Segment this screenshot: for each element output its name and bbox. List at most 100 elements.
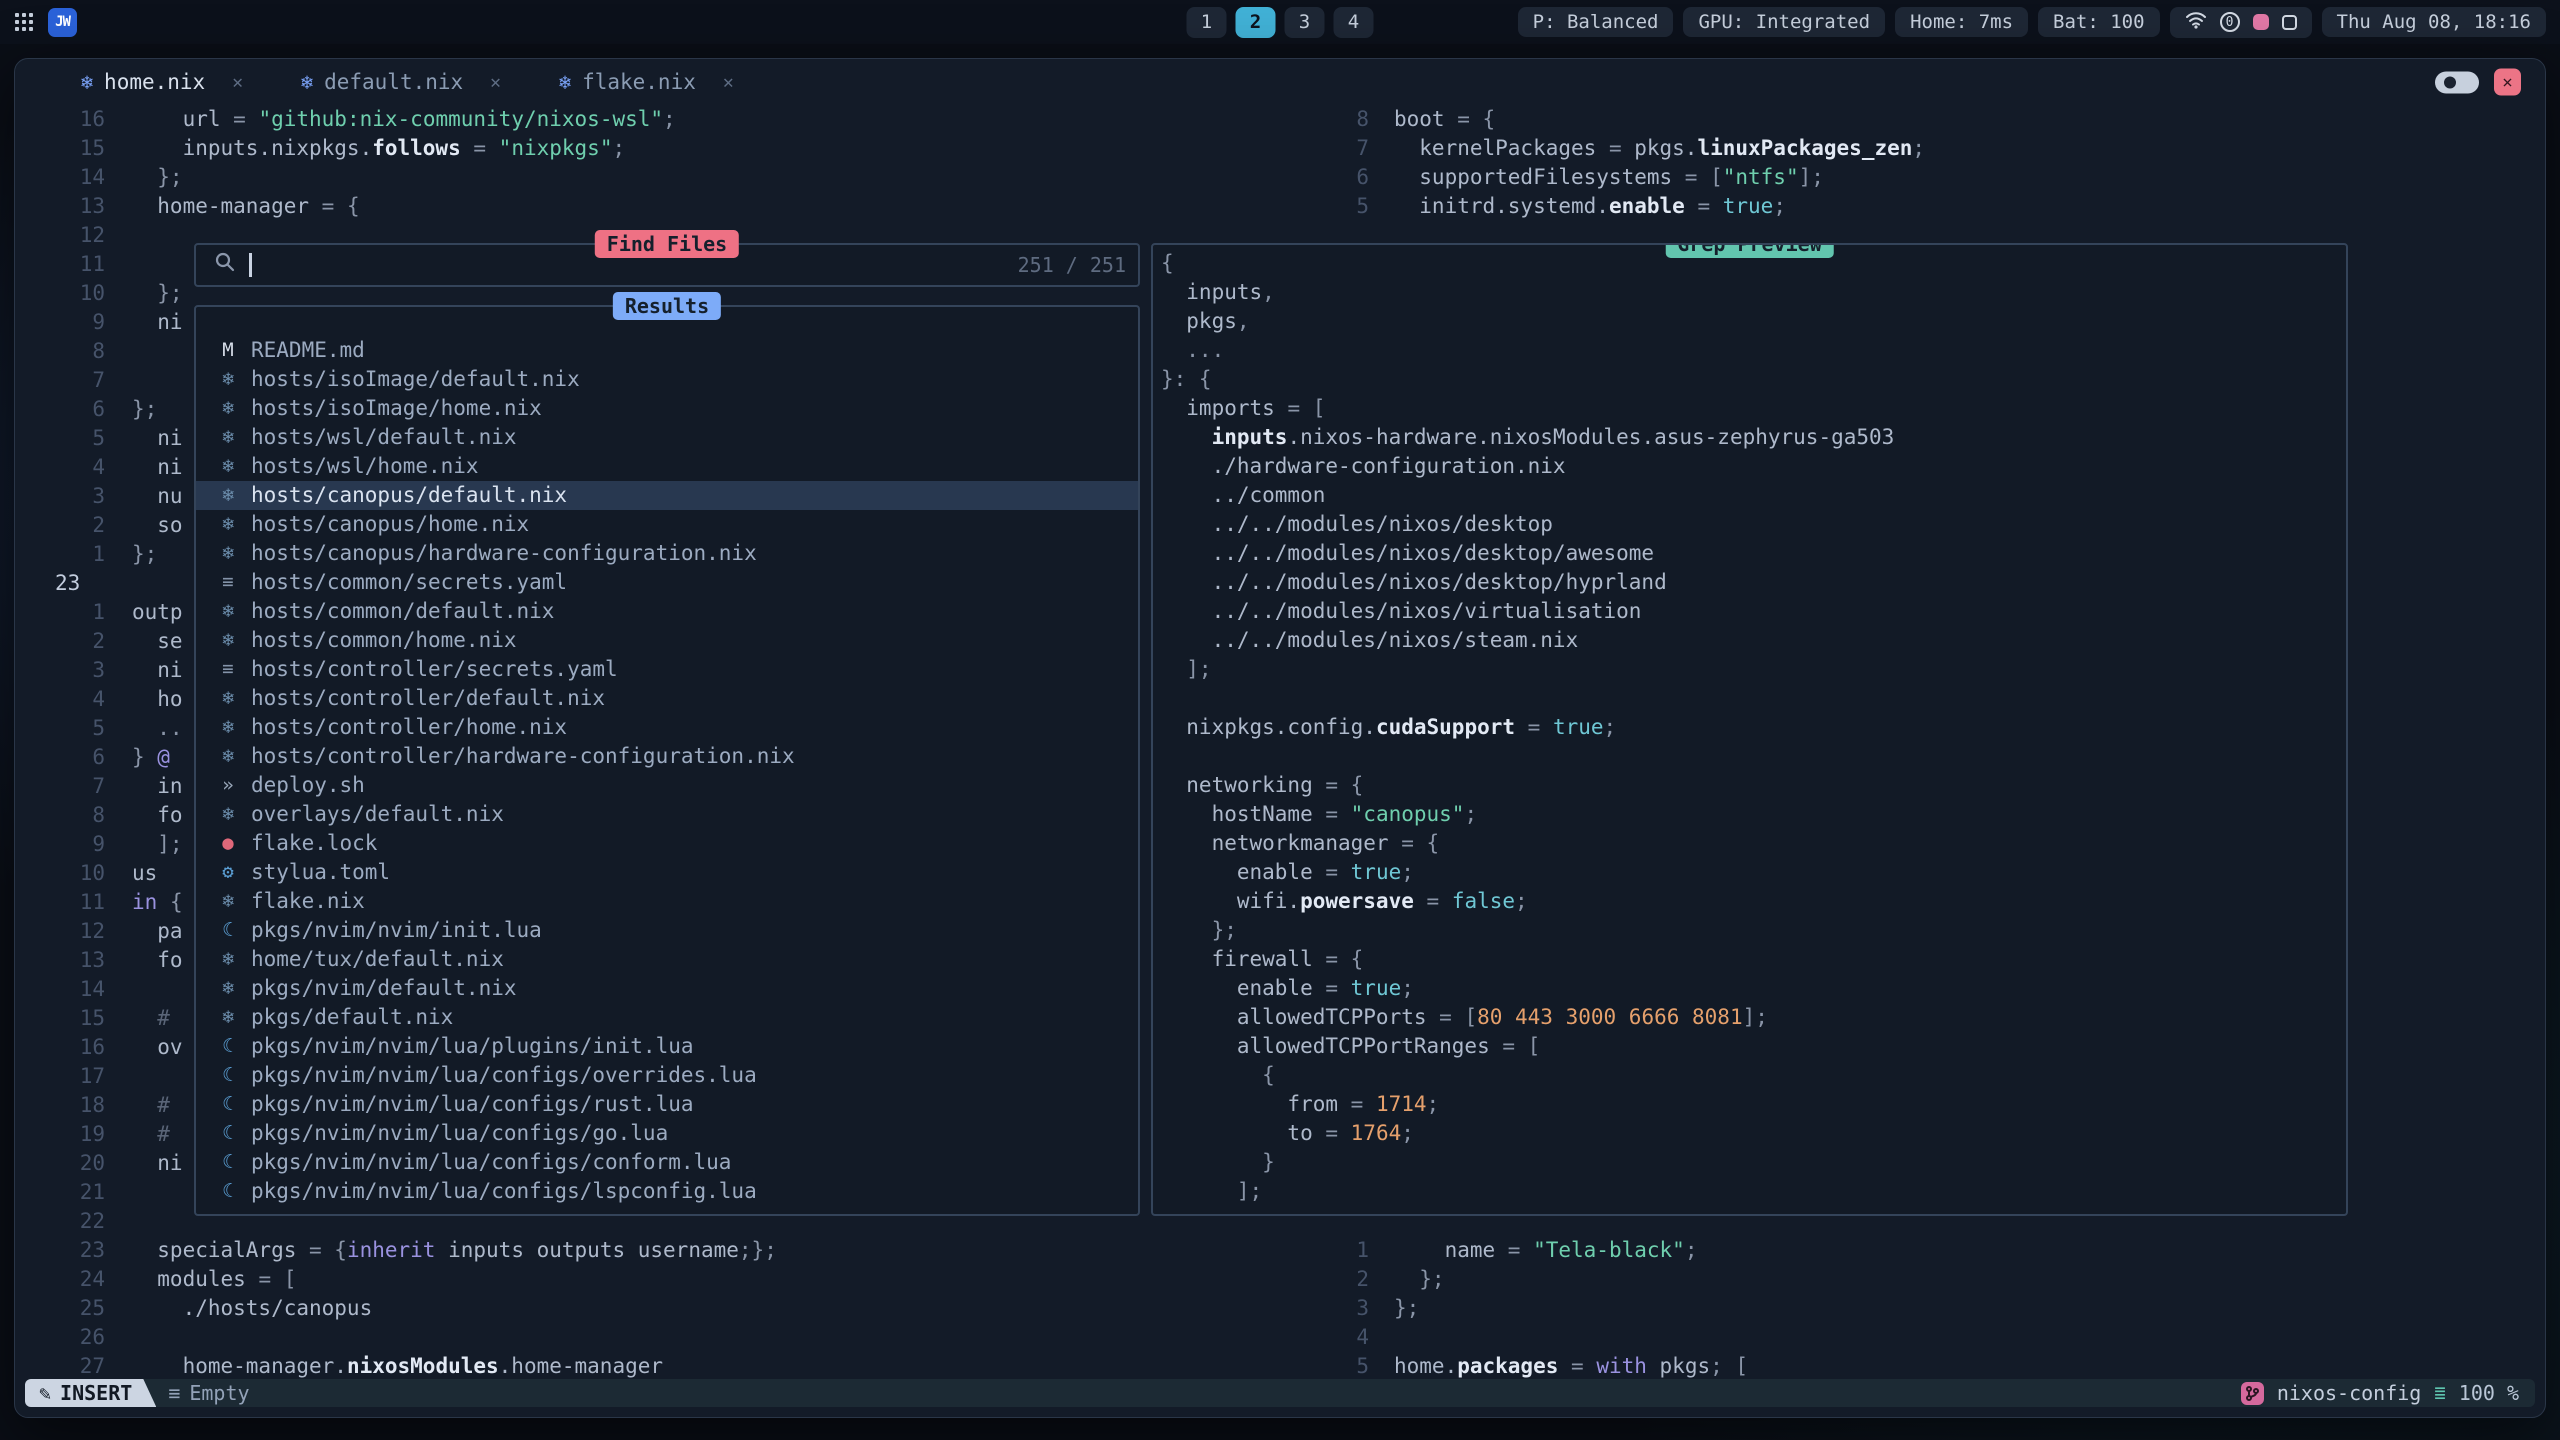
preview-line: { [1161, 1061, 2346, 1090]
result-item[interactable]: ❄hosts/isoImage/default.nix [196, 365, 1138, 394]
preview-line: ]; [1161, 655, 2346, 684]
app-launcher-icon[interactable] [14, 12, 34, 32]
tab-close-icon[interactable]: ✕ [490, 72, 501, 93]
workspace-1[interactable]: 1 [1187, 7, 1227, 38]
line-number: 4 [15, 453, 105, 482]
result-item[interactable]: ❄hosts/common/default.nix [196, 597, 1138, 626]
result-item[interactable]: ☾pkgs/nvim/nvim/lua/configs/rust.lua [196, 1090, 1138, 1119]
result-item[interactable]: ❄hosts/common/home.nix [196, 626, 1138, 655]
result-item[interactable]: ☾pkgs/nvim/nvim/init.lua [196, 916, 1138, 945]
result-item[interactable]: ☾pkgs/nvim/nvim/lua/configs/lspconfig.lu… [196, 1177, 1138, 1206]
nix-file-icon: ❄ [217, 481, 239, 510]
result-item[interactable]: ⚙stylua.toml [196, 858, 1138, 887]
line-number: 16 [15, 1033, 105, 1062]
workspace-2[interactable]: 2 [1236, 7, 1276, 38]
line-number: 13 [15, 192, 105, 221]
line-number: 2 [15, 627, 105, 656]
recording-indicator-icon[interactable] [2253, 14, 2269, 30]
result-item[interactable]: ≡hosts/common/secrets.yaml [196, 568, 1138, 597]
result-item[interactable]: ❄hosts/isoImage/home.nix [196, 394, 1138, 423]
code-text: # [132, 1120, 170, 1149]
preview-line [1161, 742, 2346, 771]
result-item[interactable]: MREADME.md [196, 336, 1138, 365]
line-number: 6 [15, 743, 105, 772]
line-number: 10 [15, 279, 105, 308]
result-item[interactable]: ☾pkgs/nvim/nvim/lua/plugins/init.lua [196, 1032, 1138, 1061]
result-item[interactable]: ●flake.lock [196, 829, 1138, 858]
preview-line: ./hardware-configuration.nix [1161, 452, 2346, 481]
code-text: ho [132, 685, 183, 714]
result-item[interactable]: ❄hosts/canopus/home.nix [196, 510, 1138, 539]
result-label: hosts/controller/hardware-configuration.… [251, 742, 795, 771]
wifi-icon[interactable] [2185, 11, 2207, 34]
result-item[interactable]: ❄hosts/canopus/hardware-configuration.ni… [196, 539, 1138, 568]
code-text: boot = { [1394, 105, 1495, 134]
result-item[interactable]: ☾pkgs/nvim/nvim/lua/configs/conform.lua [196, 1148, 1138, 1177]
result-item[interactable]: ☾pkgs/nvim/nvim/lua/configs/overrides.lu… [196, 1061, 1138, 1090]
tab-home.nix[interactable]: ❄home.nix✕ [81, 70, 243, 94]
tab-flake.nix[interactable]: ❄flake.nix✕ [559, 70, 734, 94]
result-item[interactable]: ❄overlays/default.nix [196, 800, 1138, 829]
result-label: hosts/controller/home.nix [251, 713, 567, 742]
code-text: ni [132, 308, 183, 337]
result-item[interactable]: ❄flake.nix [196, 887, 1138, 916]
result-label: pkgs/nvim/default.nix [251, 974, 517, 1003]
tray-grid-icon[interactable] [2282, 15, 2297, 30]
result-item[interactable]: ❄pkgs/nvim/default.nix [196, 974, 1138, 1003]
preview-code: { inputs, pkgs, ...}: { imports = [ inpu… [1161, 249, 2346, 1206]
tab-default.nix[interactable]: ❄default.nix✕ [301, 70, 501, 94]
line-number: 12 [15, 221, 105, 250]
result-item[interactable]: »deploy.sh [196, 771, 1138, 800]
find-files-title: Find Files [595, 230, 739, 258]
toggle-pill-button[interactable] [2435, 71, 2479, 93]
tab-close-icon[interactable]: ✕ [232, 72, 243, 93]
preview-line: enable = true; [1161, 974, 2346, 1003]
notification-count-badge[interactable]: 0 [2220, 12, 2240, 32]
result-item[interactable]: ❄pkgs/default.nix [196, 1003, 1138, 1032]
result-item[interactable]: ☾pkgs/nvim/nvim/lua/configs/go.lua [196, 1119, 1138, 1148]
git-repo-icon [2241, 1382, 2264, 1405]
result-item[interactable]: ❄hosts/wsl/home.nix [196, 452, 1138, 481]
preview-line: inputs, [1161, 278, 2346, 307]
result-item[interactable]: ❄hosts/controller/default.nix [196, 684, 1138, 713]
yaml-file-icon: ≡ [217, 655, 239, 684]
status-module-bat[interactable]: Bat: 100 [2038, 7, 2160, 37]
line-number: 9 [15, 830, 105, 859]
result-item[interactable]: ❄hosts/controller/hardware-configuration… [196, 742, 1138, 771]
code-text: }; [132, 279, 183, 308]
clock[interactable]: Thu Aug 08, 18:16 [2322, 7, 2546, 37]
result-counter: 251 / 251 [1018, 251, 1126, 280]
code-text: }; [1394, 1294, 1419, 1323]
nix-file-icon: ❄ [217, 394, 239, 423]
line-number: 5 [1324, 1352, 1369, 1379]
workspace-4[interactable]: 4 [1334, 7, 1374, 38]
status-module-gpu[interactable]: GPU: Integrated [1683, 7, 1885, 37]
window-close-button[interactable]: ✕ [2494, 69, 2521, 96]
nix-file-icon: ❄ [217, 684, 239, 713]
result-item[interactable]: ❄home/tux/default.nix [196, 945, 1138, 974]
results-list: MREADME.md❄hosts/isoImage/default.nix❄ho… [196, 307, 1138, 1206]
tab-close-icon[interactable]: ✕ [723, 72, 734, 93]
line-number: 14 [15, 163, 105, 192]
mode-label: INSERT [60, 1381, 132, 1405]
line-number: 14 [15, 975, 105, 1004]
line-number: 3 [1324, 1294, 1369, 1323]
status-module-p[interactable]: P: Balanced [1518, 7, 1674, 37]
code-text: in [132, 772, 183, 801]
result-item[interactable]: ❄hosts/wsl/default.nix [196, 423, 1138, 452]
status-module-home[interactable]: Home: 7ms [1895, 7, 2028, 37]
line-number: 2 [15, 511, 105, 540]
launcher-badge[interactable]: JW [48, 8, 77, 37]
code-text: }; [132, 163, 183, 192]
result-item[interactable]: ❄hosts/controller/home.nix [196, 713, 1138, 742]
result-item[interactable]: ❄hosts/canopus/default.nix [196, 481, 1138, 510]
code-text: nu [132, 482, 183, 511]
code-text: ni [132, 424, 183, 453]
preview-line: wifi.powersave = false; [1161, 887, 2346, 916]
result-item[interactable]: ≡hosts/controller/secrets.yaml [196, 655, 1138, 684]
workspace-3[interactable]: 3 [1285, 7, 1325, 38]
system-tray: 0 [2170, 7, 2312, 38]
nix-file-icon: ❄ [81, 70, 93, 94]
line-number: 1 [1324, 1236, 1369, 1265]
nix-file-icon: ❄ [217, 597, 239, 626]
